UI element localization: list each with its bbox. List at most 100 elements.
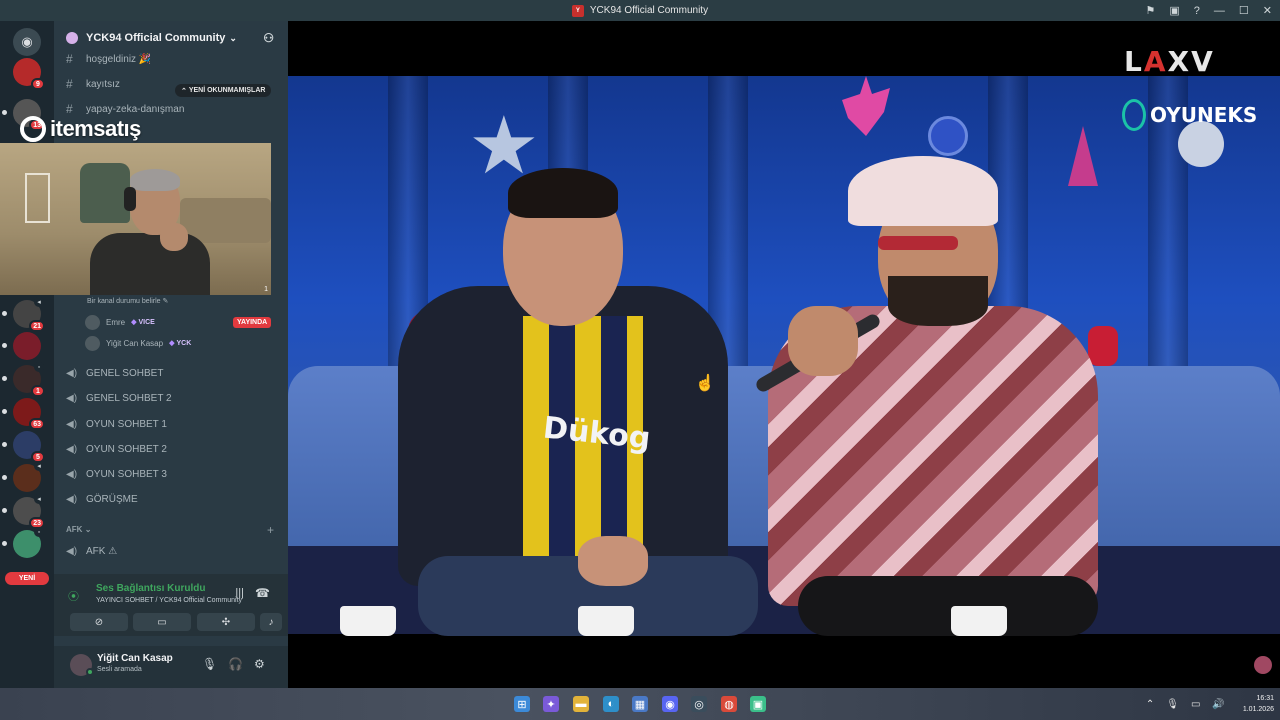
volume-icon[interactable]: 🔊: [1212, 699, 1224, 710]
speaker-icon: ◀): [66, 443, 78, 455]
screen-icon: ▫: [34, 527, 44, 537]
screen-share-button[interactable]: ▭: [133, 613, 191, 631]
channel-status-line[interactable]: Bir kanal durumu belirle ✎: [87, 297, 168, 305]
user-panel: Yiğit Can Kasap Sesli aramada 🎙 🎧 ⚙: [54, 646, 288, 688]
voice-channel[interactable]: ◀) OYUN SOHBET 3: [54, 463, 288, 485]
noise-suppression-icon[interactable]: |||: [235, 587, 244, 599]
hand: [160, 223, 188, 251]
microphone-icon[interactable]: 🎙: [1166, 699, 1179, 710]
minimize-button[interactable]: —: [1214, 5, 1225, 17]
voice-channel[interactable]: ◀) AFK ⚠: [54, 540, 288, 562]
add-channel-icon[interactable]: +: [267, 523, 274, 537]
voice-user-name: Yiğit Can Kasap: [106, 338, 164, 348]
voice-channel[interactable]: ◀) OYUN SOHBET 1: [54, 413, 288, 435]
start-icon[interactable]: ⊞: [514, 696, 530, 712]
beard: [888, 276, 988, 326]
voice-channel-path[interactable]: YAYINCI SOHBET / YCK94 Official Communit…: [96, 597, 242, 604]
server-icon[interactable]: 5: [2, 431, 45, 463]
folder-icon[interactable]: ▬: [573, 696, 589, 712]
new-unread-pill[interactable]: YENİ: [5, 572, 49, 585]
hash-icon: #: [66, 52, 73, 66]
avatar: [85, 335, 100, 351]
voice-user[interactable]: Emre ◆ VICE: [85, 313, 155, 331]
voice-channel[interactable]: ◀) GENEL SOHBET: [54, 362, 288, 384]
edge-icon[interactable]: ◐: [603, 696, 619, 712]
user-tag-label: VICE: [138, 318, 155, 326]
unread-dot: [2, 508, 7, 513]
stream-video[interactable]: ★ Dükog LAXV OYUNEKS ☝: [288, 21, 1280, 688]
user-tag: ◆ YCK: [169, 339, 191, 348]
chrome-icon[interactable]: ◍: [721, 696, 737, 712]
torso: [90, 233, 210, 295]
store-icon[interactable]: ▦: [632, 696, 648, 712]
speaker-icon: ◀): [66, 367, 78, 379]
mouse-cursor-icon: ☝: [695, 375, 715, 392]
category-afk[interactable]: AFK ⌄: [66, 525, 91, 534]
laxv-logo-text: XV: [1167, 45, 1215, 78]
clock[interactable]: 16:31 1.01.2026: [1243, 693, 1274, 715]
gear-icon[interactable]: ⚙: [254, 657, 265, 671]
channel-label: AFK ⚠: [86, 545, 118, 557]
unread-dot: [2, 343, 7, 348]
app-icon[interactable]: ▣: [750, 696, 766, 712]
server-icon[interactable]: ◂: [2, 461, 44, 492]
channel-watermark-icon: [1254, 656, 1272, 674]
inbox-icon[interactable]: ▣: [1169, 4, 1179, 17]
maximize-button[interactable]: ☐: [1239, 4, 1249, 17]
mug: [951, 606, 1007, 636]
text-channel[interactable]: # kayıtsız: [54, 73, 288, 95]
stage-scene: ★ Dükog: [288, 76, 1280, 674]
user-name[interactable]: Yiğit Can Kasap: [97, 653, 173, 664]
reindeer-decoration: [842, 76, 890, 136]
disconnect-icon[interactable]: ☎: [255, 586, 270, 600]
unread-dot: [2, 409, 7, 414]
activities-button[interactable]: ✣: [197, 613, 255, 631]
speaker-icon: ◀): [66, 545, 78, 557]
mug: [578, 606, 634, 636]
copilot-icon[interactable]: ✦: [543, 696, 559, 712]
headphones-icon[interactable]: 🎧: [228, 657, 243, 671]
server-icon[interactable]: 9: [13, 58, 45, 90]
avatar: [85, 314, 100, 330]
invite-people-icon[interactable]: ⚇: [263, 31, 274, 45]
titlebar-controls: ⚑ ▣ ? — ☐ ✕: [1146, 0, 1273, 21]
voice-channel[interactable]: ◀) GÖRÜŞME: [54, 488, 288, 510]
gem-icon: ◆: [169, 340, 175, 347]
guest-right: [748, 136, 1128, 636]
chevron-up-icon[interactable]: ⌃: [1146, 699, 1154, 710]
server-icon[interactable]: ▫ 1: [2, 362, 45, 397]
voice-channel[interactable]: ◀) OYUN SOHBET 2: [54, 438, 288, 460]
server-icon[interactable]: ◂ 23: [2, 494, 45, 529]
clock-time: 16:31: [1256, 695, 1274, 702]
close-button[interactable]: ✕: [1263, 4, 1272, 17]
webcam-index: 1: [264, 286, 268, 293]
laxv-logo-text: A: [1143, 45, 1168, 78]
unread-dot: [2, 442, 7, 447]
microphone-icon[interactable]: 🎙: [202, 657, 217, 671]
voice-status[interactable]: Ses Bağlantısı Kuruldu: [96, 583, 205, 594]
unread-badge: 9: [31, 78, 45, 90]
speaker-icon: ◂: [34, 494, 44, 504]
server-icon[interactable]: ◂ 21: [2, 297, 45, 332]
server-icon[interactable]: ▫: [2, 527, 44, 558]
discord-home-icon[interactable]: ◉: [13, 28, 41, 56]
server-icon[interactable]: [2, 332, 41, 360]
unread-dot: [2, 541, 7, 546]
camera-off-button[interactable]: ⊘: [70, 613, 128, 631]
flag-icon[interactable]: ⚑: [1146, 4, 1156, 17]
channel-label: hoşgeldiniz 🎉: [86, 53, 152, 65]
help-icon[interactable]: ?: [1194, 5, 1200, 17]
unread-dot: [2, 311, 7, 316]
server-icon[interactable]: 63: [2, 398, 45, 430]
voice-channel[interactable]: ◀) GENEL SOHBET 2: [54, 387, 288, 409]
soundboard-button[interactable]: ♪: [260, 613, 282, 631]
signal-icon[interactable]: ⦿: [68, 588, 79, 604]
oyuneks-logo: OYUNEKS: [1122, 99, 1257, 131]
steam-icon[interactable]: ◎: [691, 696, 707, 712]
display-icon[interactable]: ▭: [1191, 699, 1200, 710]
discord-icon[interactable]: ◉: [662, 696, 678, 712]
text-channel[interactable]: # hoşgeldiniz 🎉: [54, 48, 288, 70]
status-text: Bir kanal durumu belirle: [87, 298, 161, 305]
speaker-icon: ◂: [34, 297, 44, 307]
voice-user[interactable]: Yiğit Can Kasap ◆ YCK: [85, 334, 191, 352]
